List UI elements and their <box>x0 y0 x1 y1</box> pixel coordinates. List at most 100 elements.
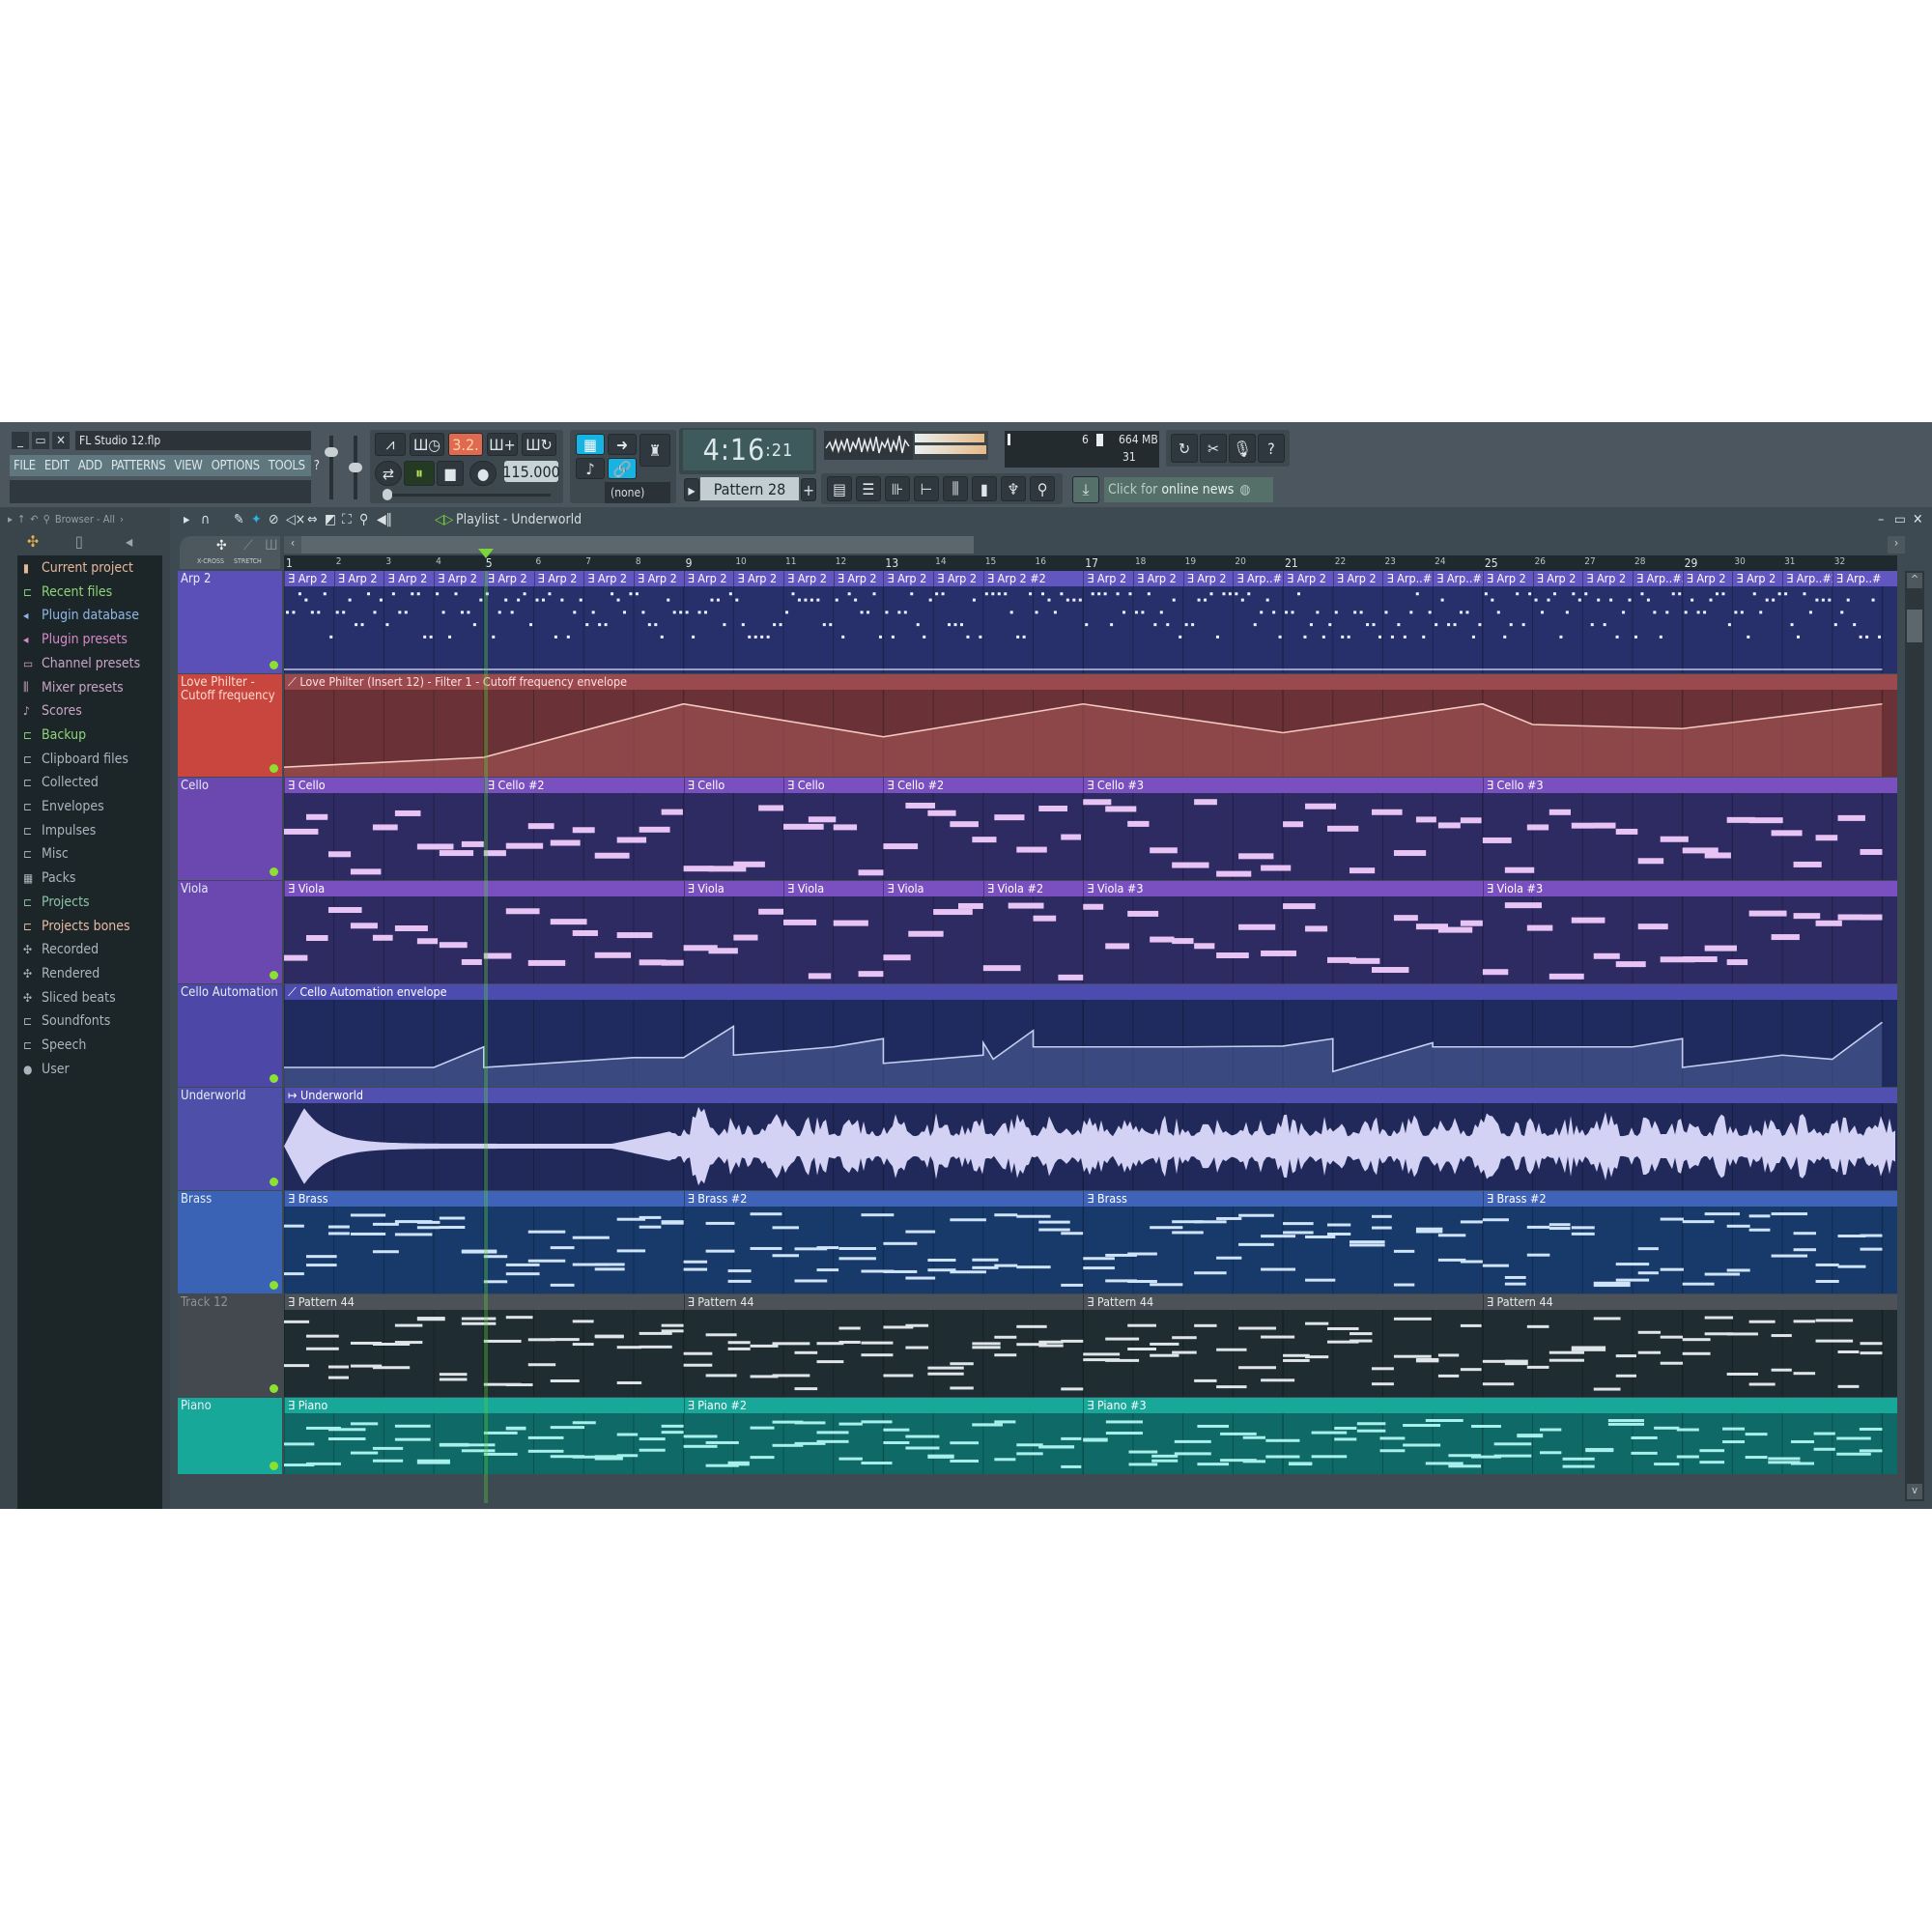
track-header[interactable]: Viola <box>178 881 282 983</box>
clip[interactable]: ∃ Arp 2 <box>333 571 384 586</box>
browser-item[interactable]: ♪ Scores <box>23 699 82 723</box>
clip[interactable]: ∃ Arp 2 <box>883 571 933 586</box>
pattern-prev-button[interactable]: ▸ <box>684 478 699 501</box>
pattern-song-toggle[interactable]: ⇄ <box>375 461 402 486</box>
browser-item[interactable]: ✣ Rendered <box>23 962 99 985</box>
menu-help[interactable]: ? <box>314 459 320 473</box>
menu-options[interactable]: OPTIONS <box>212 459 260 473</box>
select-tool-icon[interactable]: ⛶ <box>342 512 352 527</box>
note-button[interactable]: ♪ <box>576 458 605 479</box>
typing-keyboard-button[interactable]: ▦ <box>576 434 605 455</box>
piano-roll-button[interactable]: ⊪ <box>885 476 910 501</box>
back-icon[interactable]: ↶ <box>30 513 38 526</box>
mute-tool-icon[interactable]: ◁× <box>286 512 305 527</box>
clip[interactable]: ∃ Arp 2 <box>1182 571 1234 586</box>
clip[interactable]: ∃ Arp 2 <box>933 571 983 586</box>
browser-item[interactable]: ⊏ Projects bones <box>23 915 130 938</box>
clip[interactable]: ∃ Arp 2 <box>783 571 834 586</box>
clip[interactable]: ∃ Cello <box>783 778 883 793</box>
audio-clip-icon[interactable]: ✣ <box>216 538 227 554</box>
close-button[interactable]: ✕ <box>52 432 70 449</box>
browser-item[interactable]: ⊏ Projects <box>23 891 90 914</box>
menu-patterns[interactable]: PATTERNS <box>111 459 166 473</box>
position-slider[interactable] <box>386 494 551 497</box>
record-button[interactable]: ● <box>469 461 497 486</box>
browser-item[interactable]: ⊏ Misc <box>23 842 69 866</box>
playback-tool-icon[interactable]: ◀‖ <box>377 512 392 527</box>
scroll-left-button[interactable]: ‹ <box>284 536 301 554</box>
track-lane[interactable]: ⟋ Love Philter (Insert 12) - Filter 1 - … <box>284 674 1897 777</box>
track-lane[interactable]: ∃ Arp 2 ∃ Arp 2 ∃ Arp 2 ∃ Arp 2 ∃ Arp 2 ∃ Arp… <box>284 571 1897 673</box>
track-header[interactable]: Brass <box>178 1191 282 1293</box>
scroll-up-button[interactable]: ^ <box>1907 573 1922 588</box>
browser-item[interactable]: ⊏ Envelopes <box>23 795 104 818</box>
track-lane[interactable]: ∃ Piano ∃ Piano #2 ∃ Piano #3 <box>284 1398 1897 1474</box>
add-pattern-button[interactable]: + <box>801 478 816 501</box>
browser-item[interactable]: ▮ Current project <box>23 556 133 580</box>
browser-item[interactable]: ⊏ Speech <box>23 1034 86 1057</box>
clip[interactable]: ∃ Cello #3 <box>1482 778 1883 793</box>
expand-icon[interactable]: ▸ <box>8 513 13 526</box>
cut-tool-icon[interactable]: ✂ <box>1200 434 1227 463</box>
track-header[interactable]: Track 12 <box>178 1294 282 1397</box>
clip[interactable]: ∃ Pattern 44 <box>683 1294 1084 1310</box>
clip[interactable]: ∃ Arp 2 <box>1682 571 1733 586</box>
browser-item[interactable]: ⫼ Mixer presets <box>23 676 124 699</box>
mixer-button[interactable]: ⫼ <box>943 476 968 501</box>
clip[interactable]: ∃ Piano #2 <box>683 1398 1084 1413</box>
countdown-button[interactable]: 3.2. <box>448 433 483 456</box>
clip[interactable]: ∃ Arp 2 <box>1083 571 1133 586</box>
touch-controller-button[interactable]: ⚲ <box>1030 476 1055 501</box>
track-enable-toggle[interactable] <box>270 971 278 980</box>
track-lane[interactable]: ↦ Underworld <box>284 1088 1897 1190</box>
playhead-marker[interactable] <box>483 571 488 1503</box>
channel-rack-button[interactable]: ☰ <box>856 476 881 501</box>
scroll-right-button[interactable]: › <box>1888 536 1905 554</box>
clip[interactable]: ∃ Viola #2 <box>982 881 1083 896</box>
maximize-button[interactable]: ▭ <box>32 432 49 449</box>
timeline-ruler[interactable]: 1 2 3 4 5 6 7 8 9 10 11 12 13 14 15 16 17 18 19 20 21 22 23 24 2… <box>284 555 1897 571</box>
clip[interactable]: ∃ Arp 2 <box>633 571 684 586</box>
clip[interactable]: ∃ Cello <box>284 778 484 793</box>
recording-filter-button[interactable]: ♜ <box>639 434 670 467</box>
clip[interactable]: ∃ Arp 2 <box>284 571 334 586</box>
zoom-tool-icon[interactable]: ⚲ <box>359 512 368 527</box>
undo-history-icon[interactable]: ↻ <box>1171 434 1198 463</box>
playhead-triangle-icon[interactable] <box>477 549 494 558</box>
clip[interactable]: ∃ Arp 2 <box>1332 571 1383 586</box>
clip[interactable]: ∃ Arp 2 <box>434 571 484 586</box>
playlist-view-button[interactable]: ▤ <box>827 476 852 501</box>
clip[interactable]: ∃ Arp 2 <box>1582 571 1633 586</box>
clip[interactable]: ∃ Viola #3 <box>1083 881 1483 896</box>
clip[interactable]: ∃ Cello #2 <box>883 778 1083 793</box>
master-pitch-handle[interactable] <box>349 463 362 472</box>
clip[interactable]: ∃ Arp 2 <box>683 571 734 586</box>
position-handle[interactable] <box>383 489 392 500</box>
browser-item[interactable]: ⊏ Collected <box>23 771 99 794</box>
clip[interactable]: ⟋ Cello Automation envelope <box>284 984 1882 1000</box>
midi-input-select[interactable]: (none) <box>605 482 670 503</box>
clip[interactable]: ∃ Brass <box>1083 1191 1483 1207</box>
track-enable-toggle[interactable] <box>270 661 278 669</box>
clip[interactable]: ∃ Pattern 44 <box>1482 1294 1883 1310</box>
track-enable-toggle[interactable] <box>270 867 278 876</box>
menu-file[interactable]: FILE <box>14 459 36 473</box>
scroll-down-button[interactable]: v <box>1907 1484 1922 1499</box>
clip[interactable]: ∃ Viola <box>883 881 982 896</box>
browser-item[interactable]: ◂ Plugin presets <box>23 628 128 651</box>
master-volume-handle[interactable] <box>325 447 338 457</box>
track-enable-toggle[interactable] <box>270 1281 278 1290</box>
clip[interactable]: ∃ Cello #3 <box>1083 778 1483 793</box>
help-icon[interactable]: ? <box>1258 434 1285 463</box>
track-header[interactable]: Arp 2 <box>178 571 282 673</box>
clip[interactable]: ∃ Viola <box>783 881 883 896</box>
clip[interactable]: ∃ Arp 2 <box>1283 571 1333 586</box>
track-header[interactable]: Love Philter - Cutoff frequency <box>178 674 282 777</box>
playlist-minimize-button[interactable]: – <box>1878 512 1884 527</box>
up-arrow-icon[interactable]: ↑ <box>17 513 25 526</box>
playlist-maximize-button[interactable]: ▭ <box>1894 512 1906 527</box>
slice-tool-icon[interactable]: ◩ <box>325 512 336 527</box>
paint-tool-icon[interactable]: ✦ <box>251 512 262 527</box>
master-volume-slider[interactable] <box>329 436 333 499</box>
microphone-icon[interactable]: 🎙 <box>1229 434 1256 463</box>
